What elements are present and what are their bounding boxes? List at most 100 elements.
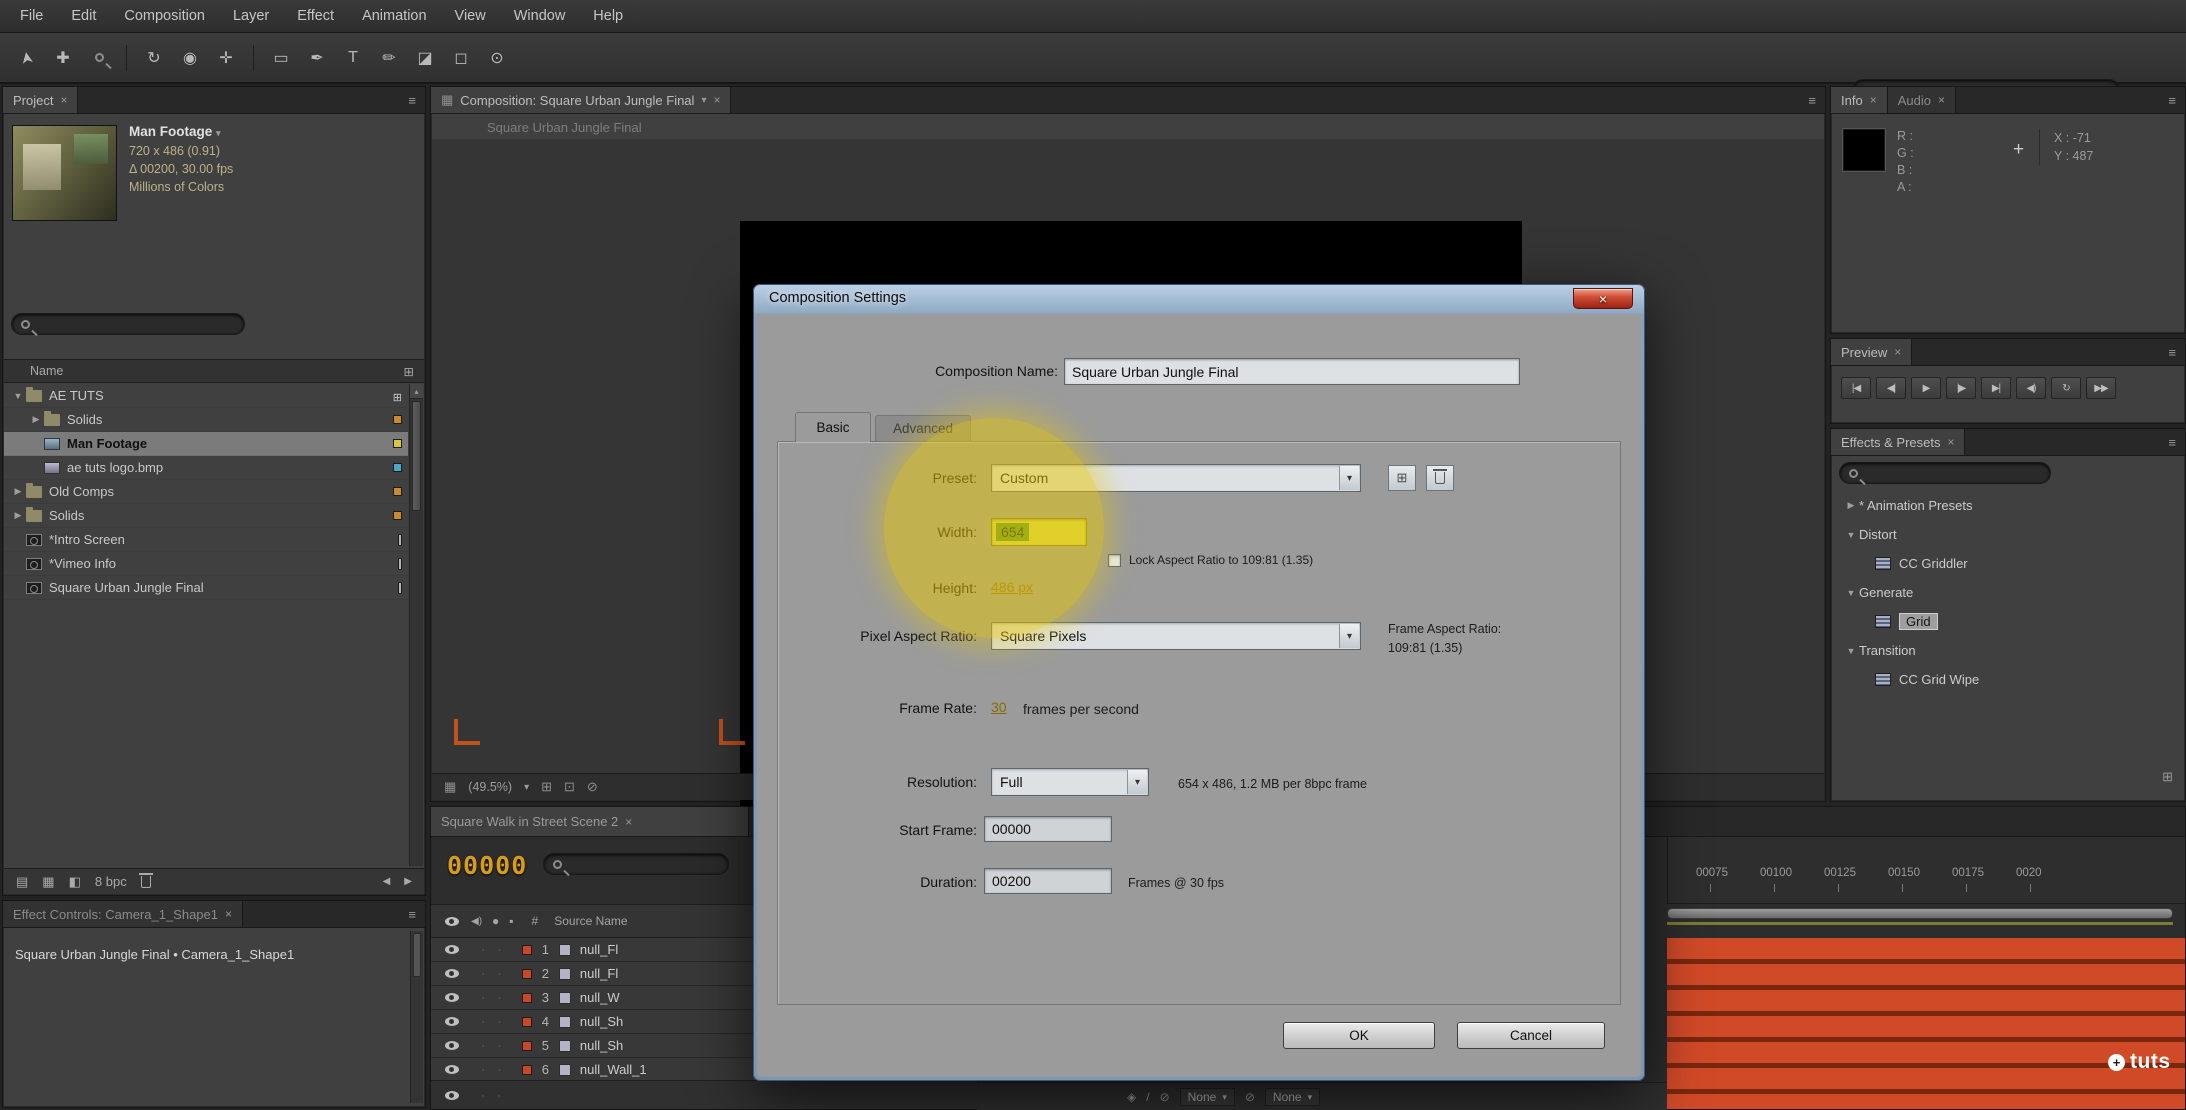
tab-basic[interactable]: Basic [795,412,871,442]
layer-color-chip[interactable] [522,945,532,955]
chevron-down-icon[interactable]: ▾ [216,128,221,138]
parent-pickwhip-icon[interactable]: ⊘ [1160,1090,1170,1104]
project-search-input[interactable] [11,313,245,335]
parent-select[interactable]: None ▾ [1265,1088,1320,1106]
scroll-up-icon[interactable]: ▴ [410,384,423,399]
grid-options-icon[interactable]: ⊞ [541,779,552,795]
play-button[interactable]: ▶ [1911,377,1941,399]
tab-info[interactable]: Info × [1831,87,1888,113]
close-icon[interactable]: × [60,93,67,107]
last-frame-button[interactable]: ▶| [1981,377,2011,399]
tab-timeline[interactable]: Square Walk in Street Scene 2 × [431,807,749,836]
label-color-chip[interactable] [393,487,402,496]
mask-tool-icon[interactable]: ▭ [266,43,296,73]
eye-icon[interactable] [445,1017,459,1026]
close-icon[interactable]: × [1947,435,1954,449]
bit-depth-icon[interactable]: ◧ [69,874,81,890]
resolution-dropdown[interactable]: Full ▾ [991,768,1149,796]
twisty-icon[interactable]: ▼ [10,391,26,401]
twisty-icon[interactable]: ▶ [10,510,26,521]
project-item-selected[interactable]: Man Footage [4,432,408,456]
scroll-right-icon[interactable]: ▶ [404,876,412,887]
eye-icon[interactable] [445,993,459,1002]
trash-icon[interactable] [141,876,151,888]
audio-toggle-button[interactable]: ◀) [2016,377,2046,399]
close-icon[interactable]: × [1870,93,1877,107]
label-color-chip[interactable] [393,511,402,520]
panel-menu-icon[interactable]: ≡ [399,901,425,927]
blend-mode-icon[interactable]: ◈ [1127,1090,1136,1104]
index-column-label[interactable]: # [532,914,539,928]
scrollbar-thumb[interactable] [413,933,421,977]
effects-search-input[interactable] [1839,462,2051,484]
camera-tool-icon[interactable]: ◉ [175,43,205,73]
duration-input[interactable]: 00200 [984,868,1112,894]
hand-tool-icon[interactable]: ✚ [48,43,78,73]
work-area-bar[interactable] [1667,908,2173,919]
tab-advanced[interactable]: Advanced [875,415,971,441]
panel-menu-icon[interactable]: ≡ [2159,87,2185,113]
project-item-bitmap[interactable]: ae tuts logo.bmp [4,456,408,480]
lock-column-icon[interactable]: ▪ [509,914,513,928]
menu-composition[interactable]: Composition [110,0,219,32]
twisty-icon[interactable]: ▶ [10,486,26,497]
panel-resize-icon[interactable]: ⊞ [2162,769,2173,785]
previous-frame-button[interactable]: ◀| [1876,377,1906,399]
project-scrollbar[interactable]: ▴ [409,384,423,866]
label-color-chip[interactable] [393,439,402,448]
twisty-icon[interactable]: ▶ [1843,500,1859,511]
preset-dropdown[interactable]: Custom ▾ [991,464,1361,492]
timeline-ruler[interactable]: 00075 00100 00125 00150 00175 0020 [1667,837,2185,904]
ok-button[interactable]: OK [1283,1022,1435,1049]
rotation-tool-icon[interactable]: ↻ [139,43,169,73]
flowchart-icon[interactable]: ⊞ [404,364,414,379]
label-color-chip[interactable] [393,415,402,424]
effect-item[interactable]: CC Grid Wipe [1833,665,2183,694]
video-column-icon[interactable] [445,917,459,926]
cancel-button[interactable]: Cancel [1457,1022,1605,1049]
width-input[interactable]: 654 [991,518,1087,546]
comp-name-input[interactable]: Square Urban Jungle Final [1064,358,1520,385]
label-color-chip[interactable] [398,534,402,546]
save-preset-icon[interactable]: ⊞ [1388,465,1416,491]
close-icon[interactable]: × [1894,345,1901,359]
lock-aspect-checkbox[interactable] [1108,554,1121,567]
eye-icon[interactable] [445,969,459,978]
pixel-aspect-ratio-dropdown[interactable]: Square Pixels ▾ [991,622,1361,650]
chevron-down-icon[interactable]: ▾ [701,95,706,106]
solo-column-icon[interactable]: ● [492,914,499,928]
snapshot-icon[interactable]: ⊘ [587,779,598,795]
twisty-icon[interactable]: ▼ [1843,588,1859,598]
project-item-comp[interactable]: *Intro Screen [4,528,408,552]
scrollbar-thumb[interactable] [412,401,421,511]
project-item-folder[interactable]: ▶ Solids [4,408,408,432]
zoom-tool-icon[interactable] [84,43,114,73]
twisty-icon[interactable]: ▼ [1843,646,1859,656]
panel-menu-icon[interactable]: ≡ [2159,429,2185,455]
eye-icon[interactable] [445,945,459,954]
panel-menu-icon[interactable]: ≡ [399,87,425,113]
source-name-column-label[interactable]: Source Name [554,914,627,928]
effects-category[interactable]: ▼ Transition [1833,636,2183,665]
effect-controls-scrollbar[interactable] [410,931,423,1103]
project-item-comp[interactable]: *Vimeo Info [4,552,408,576]
effects-category[interactable]: ▼ Generate [1833,578,2183,607]
zoom-level[interactable]: (49.5%) [468,780,512,794]
project-item-folder[interactable]: ▼ AE TUTS ⊞ [4,384,408,408]
type-tool-icon[interactable]: T [338,43,368,73]
menu-view[interactable]: View [441,0,500,32]
chevron-down-icon[interactable]: ▾ [524,782,529,793]
brush-tool-icon[interactable]: ✏ [374,43,404,73]
twisty-icon[interactable]: ▶ [28,414,44,425]
bpc-label[interactable]: 8 bpc [95,874,127,889]
project-item-folder[interactable]: ▶ Old Comps [4,480,408,504]
panel-menu-icon[interactable]: ≡ [1799,87,1825,113]
menu-help[interactable]: Help [579,0,637,32]
effects-category[interactable]: ▼ Distort [1833,520,2183,549]
audio-column-icon[interactable]: ◀) [471,916,482,927]
menu-file[interactable]: File [6,0,57,32]
menu-animation[interactable]: Animation [348,0,440,32]
parent-select[interactable]: None ▾ [1180,1088,1235,1106]
close-icon[interactable]: × [1938,93,1945,107]
new-folder-icon[interactable]: ▦ [42,874,54,890]
